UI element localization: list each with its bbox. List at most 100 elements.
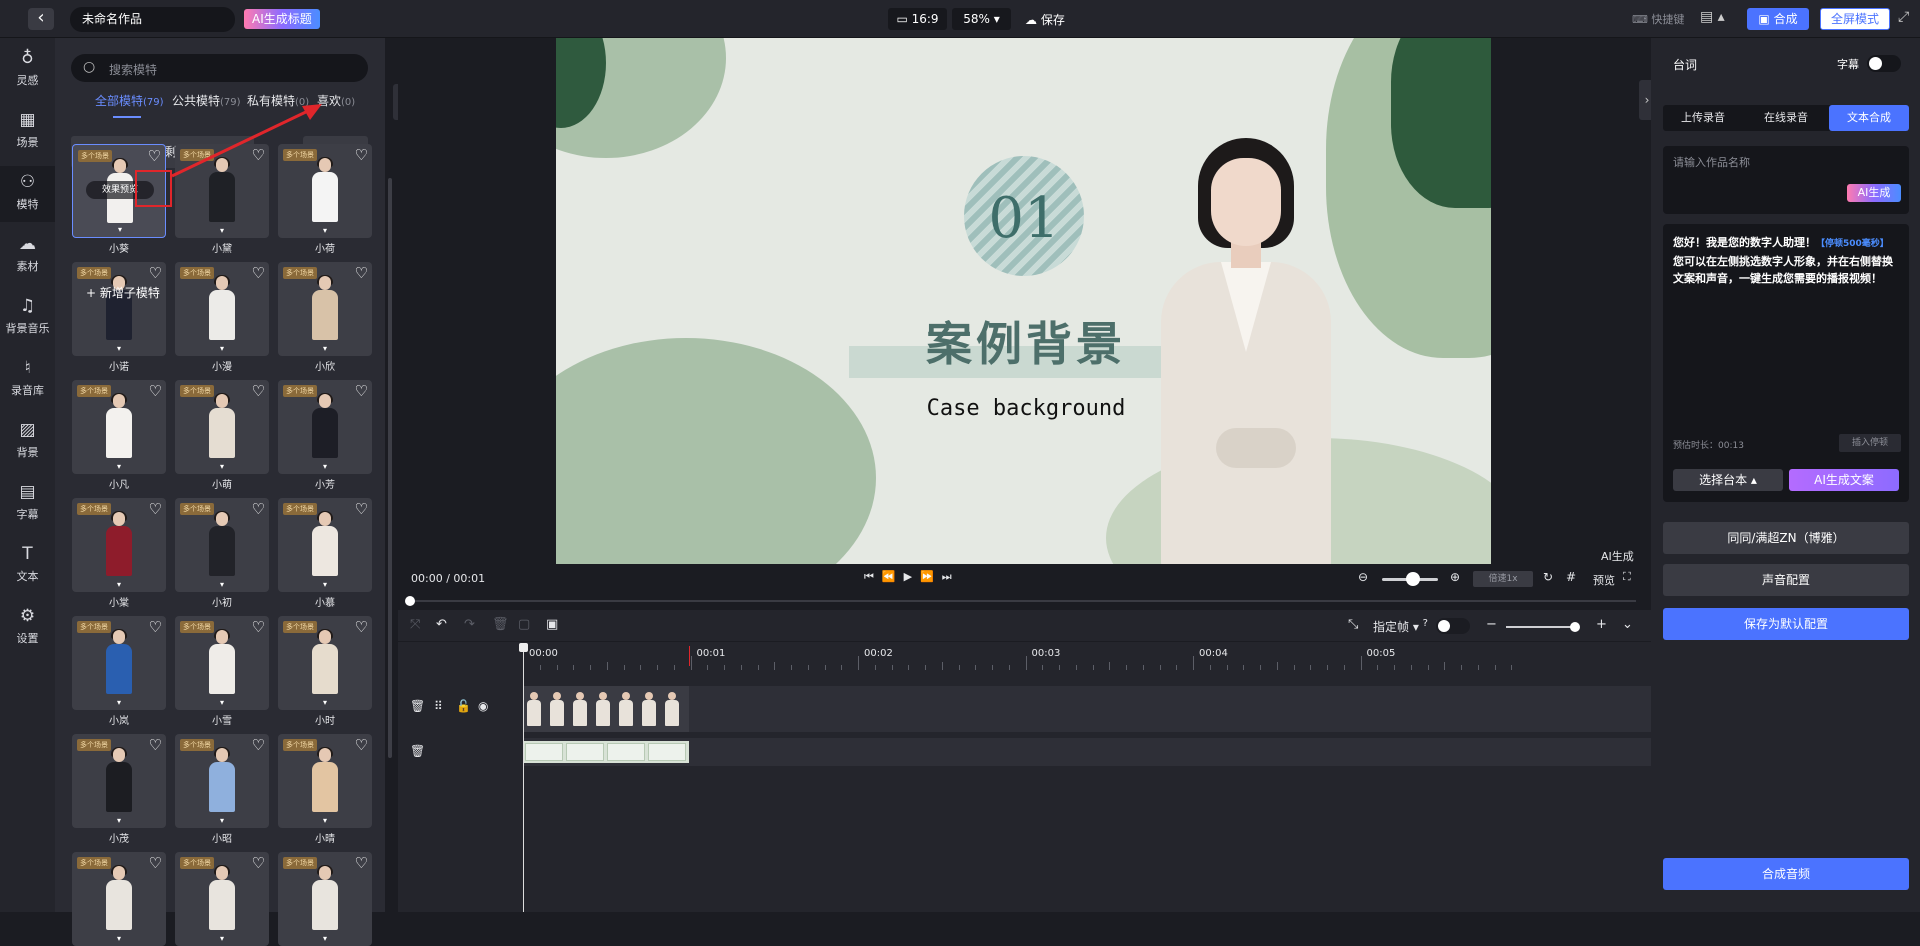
progress-knob[interactable] — [405, 596, 415, 606]
tab-text-synthesis[interactable]: 文本合成 — [1829, 105, 1909, 131]
heart-icon[interactable]: ♡ — [252, 618, 265, 636]
search-input[interactable]: 搜索模特 — [109, 61, 157, 78]
speed-selector[interactable]: 倍速1x — [1473, 571, 1533, 587]
heart-icon[interactable]: ♡ — [252, 382, 265, 400]
ai-copy-button[interactable]: AI生成文案 — [1789, 469, 1899, 491]
magnet-icon[interactable]: ⤡ — [1348, 617, 1358, 632]
expand-chevron-icon[interactable]: ▾ — [112, 225, 128, 235]
zoom-slider-knob[interactable] — [1406, 572, 1420, 586]
model-card[interactable]: 多个场景 ♡ ▾ — [72, 380, 166, 474]
expand-chevron-icon[interactable]: ▾ — [214, 226, 230, 236]
expand-chevron-icon[interactable]: ▾ — [317, 698, 333, 708]
heart-icon[interactable]: ♡ — [355, 736, 368, 754]
plus-icon[interactable]: + — [1596, 617, 1607, 632]
model-card[interactable]: 多个场景 ♡ ▾ — [175, 380, 269, 474]
model-card[interactable]: 多个场景 ♡ ▾ — [278, 734, 372, 828]
heart-icon[interactable]: ♡ — [252, 854, 265, 872]
save-frame-icon[interactable]: ▣ — [546, 617, 558, 632]
rewind-icon[interactable]: ⏪ — [882, 570, 904, 583]
minus-icon[interactable]: − — [1486, 617, 1497, 632]
zoom-out-icon[interactable]: ⊖ — [1358, 570, 1368, 584]
model-card[interactable]: 多个场景 ♡ ▾ — [278, 262, 372, 356]
heart-icon[interactable]: ♡ — [252, 736, 265, 754]
script-textarea[interactable]: 您好！我是您的数字人助理！【停顿500毫秒】 您可以在左侧挑选数字人形象，并在右侧… — [1663, 224, 1909, 502]
background-clip[interactable] — [523, 741, 689, 763]
work-title-input[interactable]: 未命名作品 — [70, 7, 235, 32]
zoom-dropdown[interactable]: 58% ▾ — [952, 8, 1011, 30]
forward-icon[interactable]: ⏩ — [920, 570, 942, 583]
timeline-zoom-knob[interactable] — [1570, 622, 1580, 632]
visibility-icon[interactable]: ◉ — [478, 699, 488, 713]
model-card[interactable]: 多个场景 ♡ ▾ — [278, 852, 372, 946]
nav-subtitles[interactable]: ▤ 字幕 — [0, 476, 55, 532]
expand-chevron-icon[interactable]: ▾ — [317, 226, 333, 236]
expand-chevron-icon[interactable]: ▾ — [111, 462, 127, 472]
loop-icon[interactable]: ↻ — [1543, 570, 1553, 584]
copy-icon[interactable]: ▢ — [518, 617, 530, 632]
tab-online-recording[interactable]: 在线录音 — [1746, 105, 1826, 131]
heart-icon[interactable]: ♡ — [149, 618, 162, 636]
heart-icon[interactable]: ♡ — [149, 382, 162, 400]
expand-chevron-icon[interactable]: ▾ — [317, 816, 333, 826]
insert-pause-button[interactable]: 插入停顿 — [1839, 434, 1901, 452]
play-icon[interactable]: ▶ — [904, 570, 920, 583]
fullscreen-button[interactable]: 全屏模式 — [1820, 8, 1890, 30]
model-card[interactable]: 多个场景 ♡ ▾ — [72, 852, 166, 946]
expand-chevron-icon[interactable]: ▾ — [111, 580, 127, 590]
fit-screen-icon[interactable]: ⛶ — [1623, 570, 1631, 584]
heart-icon[interactable]: ♡ — [149, 500, 162, 518]
compose-audio-button[interactable]: 合成音频 — [1663, 858, 1909, 890]
compose-button[interactable]: ▣ 合成 — [1747, 8, 1809, 30]
nav-background[interactable]: ▨ 背景 — [0, 414, 55, 470]
heart-icon[interactable]: ♡ — [149, 264, 162, 282]
model-card[interactable]: 多个场景 ♡ ▾ — [72, 262, 166, 356]
expand-icon[interactable]: ⤢ — [1898, 9, 1909, 25]
model-card[interactable]: 多个场景 ♡ ▾ — [72, 616, 166, 710]
tab-upload-recording[interactable]: 上传录音 — [1663, 105, 1743, 131]
expand-chevron-icon[interactable]: ▾ — [214, 462, 230, 472]
video-track[interactable] — [523, 686, 1651, 732]
model-card[interactable]: 多个场景 ♡ ▾ — [175, 498, 269, 592]
track-delete-icon[interactable]: 🗑 — [410, 699, 425, 713]
model-card[interactable]: 多个场景 ♡ ▾ — [278, 498, 372, 592]
model-card[interactable]: 多个场景 ♡ ▾ — [278, 380, 372, 474]
skip-start-icon[interactable]: ⏮ — [864, 570, 882, 583]
model-card[interactable]: 多个场景 ♡ ▾ — [278, 616, 372, 710]
nav-material[interactable]: ☁ 素材 — [0, 228, 55, 284]
lock-icon[interactable]: 🔓 — [456, 699, 471, 713]
playhead-handle[interactable] — [519, 643, 528, 652]
ai-generate-name-button[interactable]: AI生成 — [1847, 184, 1901, 202]
voice-config-button[interactable]: 声音配置 — [1663, 564, 1909, 596]
expand-chevron-icon[interactable]: ▾ — [317, 344, 333, 354]
save-default-button[interactable]: 保存为默认配置 — [1663, 608, 1909, 640]
voice-select-button[interactable]: 同同/满超ZN（博雅） — [1663, 522, 1909, 554]
shortcut-button[interactable]: ⌨ 快捷键 — [1632, 11, 1684, 27]
model-card[interactable]: 多个场景 ♡ ▾ — [72, 734, 166, 828]
zoom-in-icon[interactable]: ⊕ — [1450, 570, 1460, 584]
nav-inspiration[interactable]: ♁ 灵感 — [0, 42, 55, 98]
model-card[interactable]: 多个场景 ♡ ▾ — [175, 734, 269, 828]
progress-bar[interactable] — [411, 600, 1636, 602]
heart-icon[interactable]: ♡ — [252, 500, 265, 518]
model-card[interactable]: 多个场景 ♡ ▾ — [175, 616, 269, 710]
heart-icon[interactable]: ♡ — [355, 854, 368, 872]
playhead[interactable] — [523, 646, 524, 912]
ai-title-button[interactable]: AI生成标题 — [244, 9, 320, 29]
heart-icon[interactable]: ♡ — [355, 146, 368, 164]
expand-chevron-icon[interactable]: ▾ — [214, 816, 230, 826]
add-sub-model-button[interactable]: + 新增子模特 — [86, 284, 160, 301]
panel-scrollbar[interactable] — [388, 178, 392, 758]
delete-icon[interactable]: 🗑 — [492, 617, 509, 632]
background-track[interactable] — [523, 738, 1651, 766]
expand-chevron-icon[interactable]: ▾ — [214, 934, 230, 944]
heart-icon[interactable]: ♡ — [355, 500, 368, 518]
expand-chevron-icon[interactable]: ▾ — [317, 580, 333, 590]
model-clip[interactable] — [523, 686, 689, 732]
track2-delete-icon[interactable]: 🗑 — [410, 744, 425, 758]
drag-handle-icon[interactable]: ⠿ — [434, 699, 443, 713]
timeline-zoom-slider[interactable] — [1506, 626, 1578, 628]
expand-chevron-icon[interactable]: ▾ — [214, 580, 230, 590]
nav-settings[interactable]: ⚙ 设置 — [0, 600, 55, 656]
nav-recordings[interactable]: ♮ 录音库 — [0, 352, 55, 408]
redo-icon[interactable]: ↷ — [464, 617, 475, 632]
